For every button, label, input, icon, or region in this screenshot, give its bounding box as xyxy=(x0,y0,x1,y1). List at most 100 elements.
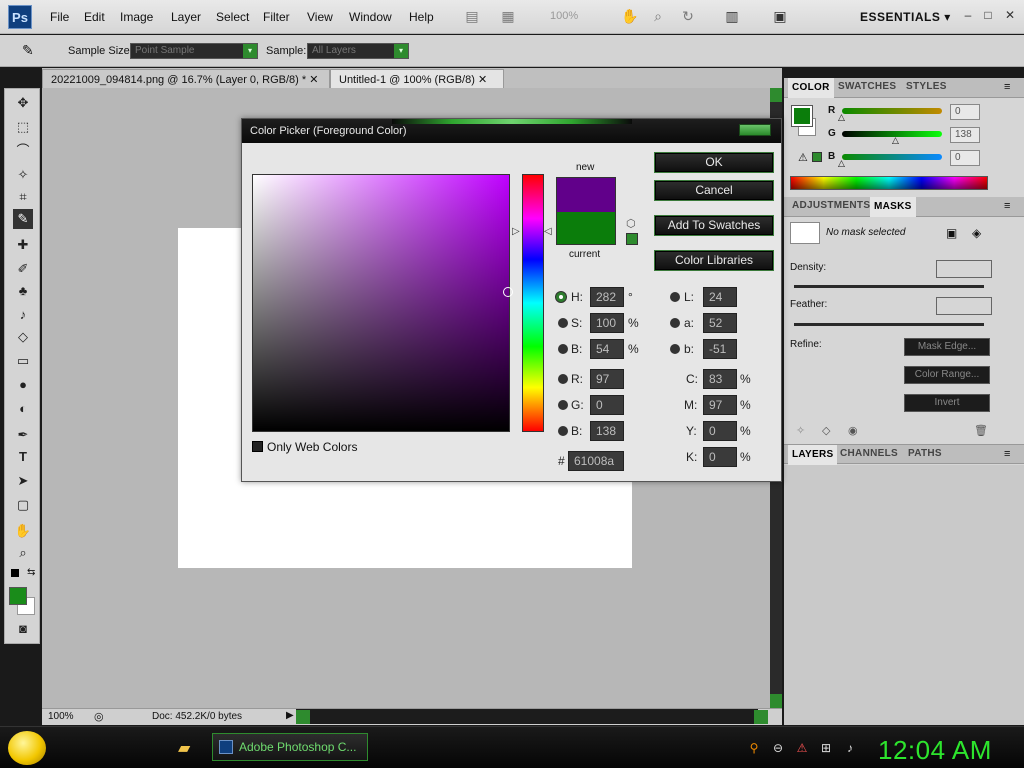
blur-tool-icon[interactable]: ● xyxy=(13,375,33,395)
ok-button[interactable]: OK xyxy=(655,153,773,172)
only-web-colors-checkbox[interactable] xyxy=(252,441,263,452)
hue-slider-left-arrow-icon[interactable]: ▷ xyxy=(512,226,520,237)
gradient-tool-icon[interactable]: ▭ xyxy=(13,351,33,371)
default-colors-icon[interactable] xyxy=(11,569,19,577)
lab-l-radio[interactable] xyxy=(670,292,680,302)
screen-mode-icon[interactable]: ▣ xyxy=(770,8,790,26)
tab-adjustments[interactable]: ADJUSTMENTS xyxy=(792,200,870,211)
mask-edge-button[interactable]: Mask Edge... xyxy=(904,338,990,356)
panel-menu-icon[interactable]: ≡ xyxy=(1004,81,1010,93)
eyedropper-tool-icon[interactable]: ✎ xyxy=(13,209,33,229)
panel-menu-icon[interactable]: ≡ xyxy=(1004,448,1010,460)
lasso-tool-icon[interactable]: ⌒ xyxy=(13,141,33,161)
clone-stamp-icon[interactable]: ♣ xyxy=(13,281,33,301)
color-spectrum-ramp[interactable] xyxy=(790,176,988,190)
lab-a-field[interactable]: 52 xyxy=(703,313,737,333)
red-field[interactable]: 97 xyxy=(590,369,624,389)
zoom-level[interactable]: 100% xyxy=(550,10,578,22)
cancel-button[interactable]: Cancel xyxy=(655,181,773,200)
folder-icon[interactable]: ▰ xyxy=(178,738,190,758)
shape-tool-icon[interactable]: ▢ xyxy=(13,495,33,515)
channel-g-value[interactable]: 138 xyxy=(950,127,980,143)
menu-window[interactable]: Window xyxy=(349,10,392,24)
slider-thumb-icon[interactable]: △ xyxy=(838,112,845,123)
lab-b-field[interactable]: -51 xyxy=(703,339,737,359)
dodge-tool-icon[interactable]: ◐ xyxy=(13,399,33,419)
green-radio[interactable] xyxy=(558,400,568,410)
delete-mask-icon[interactable]: 🗑 xyxy=(974,424,988,437)
start-button[interactable] xyxy=(8,731,46,765)
healing-brush-icon[interactable]: ✚ xyxy=(13,235,33,255)
quick-select-tool-icon[interactable]: ✧ xyxy=(13,165,33,185)
slider-thumb-icon[interactable]: △ xyxy=(838,158,845,169)
path-select-icon[interactable]: ➤ xyxy=(13,471,33,491)
black-field[interactable]: 0 xyxy=(703,447,737,467)
color-panel-foreground-swatch[interactable] xyxy=(791,105,813,127)
network-icon[interactable]: ⚠ xyxy=(794,741,810,757)
tab-photo[interactable]: 20221009_094814.png @ 16.7% (Layer 0, RG… xyxy=(42,69,330,88)
load-selection-icon[interactable]: ✧ xyxy=(796,424,805,437)
red-radio[interactable] xyxy=(558,374,568,384)
scroll-left-arrow[interactable] xyxy=(296,710,310,724)
density-field[interactable] xyxy=(936,260,992,278)
lab-b-radio[interactable] xyxy=(670,344,680,354)
quick-mask-icon[interactable]: ◙ xyxy=(13,619,33,639)
feather-slider[interactable] xyxy=(794,323,984,326)
move-tool-icon[interactable]: ✥ xyxy=(13,93,33,113)
blue-radio[interactable] xyxy=(558,426,568,436)
status-zoom[interactable]: 100% xyxy=(48,711,74,722)
close-button[interactable]: ✕ xyxy=(1002,8,1018,24)
view-extras-icon[interactable]: ▦ xyxy=(498,8,518,26)
dialog-close-button[interactable] xyxy=(739,124,771,136)
lab-l-field[interactable]: 24 xyxy=(703,287,737,307)
web-safe-color-swatch[interactable] xyxy=(626,233,638,245)
color-libraries-button[interactable]: Color Libraries xyxy=(655,251,773,270)
density-slider[interactable] xyxy=(794,285,984,288)
history-brush-icon[interactable]: ♪ xyxy=(13,305,33,325)
tab-masks[interactable]: MASKS xyxy=(870,197,916,217)
hue-slider[interactable] xyxy=(522,174,544,432)
dialog-title-bar[interactable]: Color Picker (Foreground Color) xyxy=(242,119,781,143)
arrange-documents-icon[interactable]: ▥ xyxy=(722,8,742,26)
close-tab-icon[interactable]: ✕ xyxy=(478,74,487,86)
menu-image[interactable]: Image xyxy=(120,10,153,24)
add-to-swatches-button[interactable]: Add To Swatches xyxy=(655,216,773,235)
slider-thumb-icon[interactable]: △ xyxy=(892,135,899,146)
tab-channels[interactable]: CHANNELS xyxy=(840,448,898,459)
current-color-swatch[interactable] xyxy=(557,212,615,244)
tab-color[interactable]: COLOR xyxy=(788,78,834,98)
menu-file[interactable]: File xyxy=(50,10,69,24)
type-tool-icon[interactable]: T xyxy=(13,447,33,467)
swap-colors-icon[interactable]: ⇆ xyxy=(27,567,35,578)
bridge-icon[interactable]: ▤ xyxy=(462,8,482,26)
scroll-up-arrow[interactable] xyxy=(770,88,782,102)
pen-tool-icon[interactable]: ✒ xyxy=(13,425,33,445)
search-icon[interactable]: ⚲ xyxy=(746,741,762,757)
brush-tool-icon[interactable]: ✐ xyxy=(13,259,33,279)
tab-layers[interactable]: LAYERS xyxy=(788,445,838,465)
menu-view[interactable]: View xyxy=(307,10,333,24)
sample-select[interactable]: All Layers ▾ xyxy=(307,43,409,59)
vector-mask-icon[interactable]: ◈ xyxy=(972,226,981,240)
eyedropper-icon[interactable]: ✎ xyxy=(22,42,34,59)
channel-r-value[interactable]: 0 xyxy=(950,104,980,120)
cyan-field[interactable]: 83 xyxy=(703,369,737,389)
workspace-switcher[interactable]: ESSENTIALS ▾ xyxy=(860,10,951,24)
status-menu-arrow-icon[interactable]: ▶ xyxy=(286,710,294,721)
brightness-radio[interactable] xyxy=(558,344,568,354)
restore-button[interactable]: □ xyxy=(980,8,996,24)
channel-r-slider[interactable] xyxy=(842,108,942,114)
horizontal-scrollbar[interactable] xyxy=(296,709,758,724)
hand-tool-icon[interactable]: ✋ xyxy=(620,8,640,26)
green-field[interactable]: 0 xyxy=(590,395,624,415)
color-field-marker[interactable] xyxy=(503,287,513,297)
tab-swatches[interactable]: SWATCHES xyxy=(838,81,896,92)
menu-select[interactable]: Select xyxy=(216,10,249,24)
marquee-tool-icon[interactable]: ⬚ xyxy=(13,117,33,137)
zoom-preview-icon[interactable]: ◎ xyxy=(94,710,104,723)
tray-minus-icon[interactable]: ⊖ xyxy=(770,741,786,757)
hand-tool-icon[interactable]: ✋ xyxy=(13,521,33,541)
taskbar-photoshop-button[interactable]: Adobe Photoshop C... xyxy=(212,733,368,761)
lab-a-radio[interactable] xyxy=(670,318,680,328)
eraser-tool-icon[interactable]: ◇ xyxy=(13,327,33,347)
